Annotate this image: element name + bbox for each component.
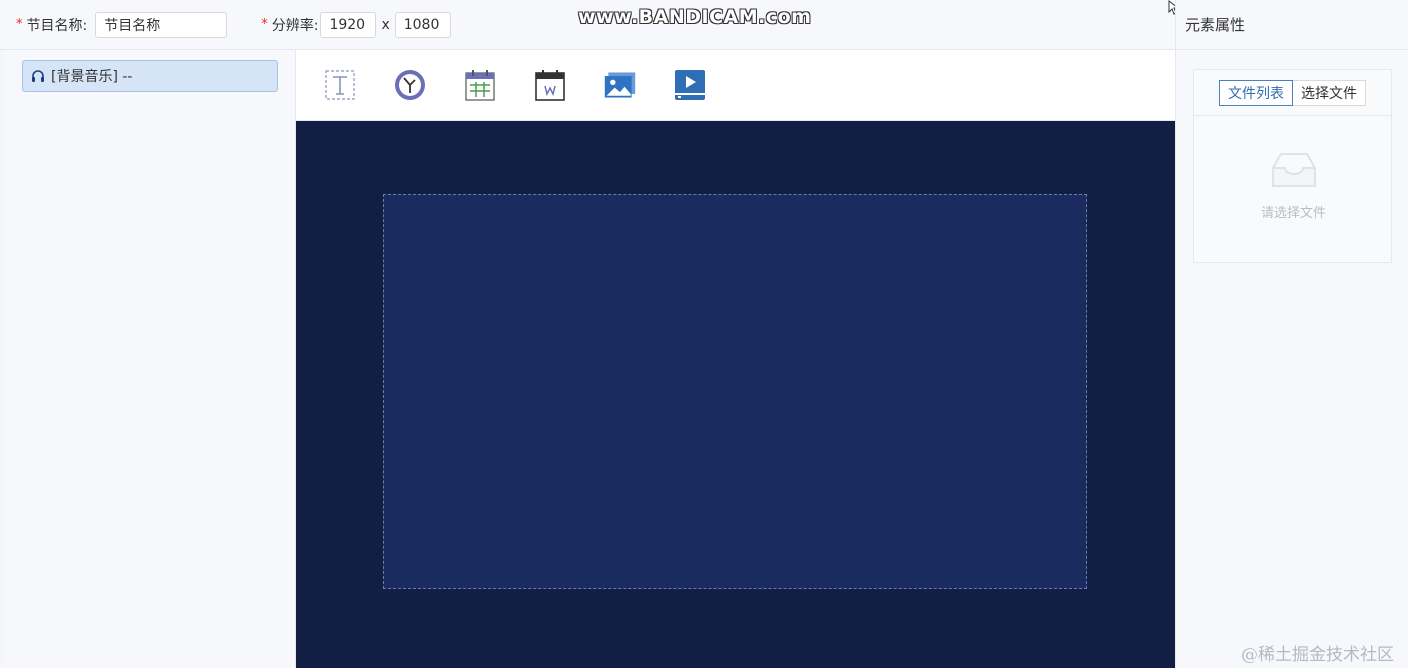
file-tabs: 文件列表 选择文件	[1194, 70, 1391, 116]
layer-item-background-music[interactable]: [背景音乐] --	[22, 60, 278, 92]
site-watermark: @稀土掘金技术社区	[1241, 645, 1394, 665]
text-tool-button[interactable]	[323, 68, 357, 102]
tab-file-list[interactable]: 文件列表	[1219, 79, 1293, 106]
calendar-icon	[465, 70, 495, 101]
resolution-separator: x	[381, 16, 390, 33]
file-selector: 文件列表 选择文件 请选择文件	[1193, 69, 1392, 263]
program-name-input[interactable]: 节目名称	[95, 11, 228, 38]
video-tool-button[interactable]	[673, 68, 707, 102]
week-tool-button[interactable]	[533, 68, 567, 102]
resolution-label: 分辨率:	[271, 17, 319, 34]
weekday-calendar-icon	[535, 70, 565, 101]
required-mark: *	[261, 17, 268, 32]
image-icon	[604, 72, 636, 98]
required-mark: *	[16, 17, 23, 32]
layers-panel: [背景音乐] --	[4, 50, 296, 668]
empty-inbox-icon	[1271, 153, 1316, 187]
video-icon	[675, 70, 705, 100]
recorder-watermark: www.BANDICAM.com	[578, 6, 812, 28]
program-name-field: * 节目名称: 节目名称	[16, 11, 228, 38]
empty-text: 请选择文件	[1260, 206, 1326, 221]
properties-title: 元素属性	[1175, 0, 1408, 50]
resolution-field: * 分辨率: 1920 x 1080	[261, 11, 451, 38]
layer-item-label: [背景音乐] --	[51, 69, 133, 85]
clock-tool-button[interactable]	[393, 68, 427, 102]
program-name-label: 节目名称:	[26, 17, 88, 34]
headphones-icon	[32, 70, 44, 82]
text-box-icon	[325, 70, 355, 100]
clock-icon	[395, 70, 425, 100]
element-toolbar	[296, 50, 1175, 121]
tab-select-file[interactable]: 选择文件	[1293, 79, 1366, 106]
program-canvas[interactable]	[296, 121, 1175, 668]
empty-state: 请选择文件	[1194, 150, 1393, 221]
resolution-height-input[interactable]: 1080	[394, 11, 451, 38]
date-tool-button[interactable]	[463, 68, 497, 102]
image-tool-button[interactable]	[603, 68, 637, 102]
properties-panel: 文件列表 选择文件 请选择文件	[1175, 50, 1408, 668]
stage-area[interactable]	[383, 194, 1087, 589]
resolution-width-input[interactable]: 1920	[320, 11, 377, 38]
